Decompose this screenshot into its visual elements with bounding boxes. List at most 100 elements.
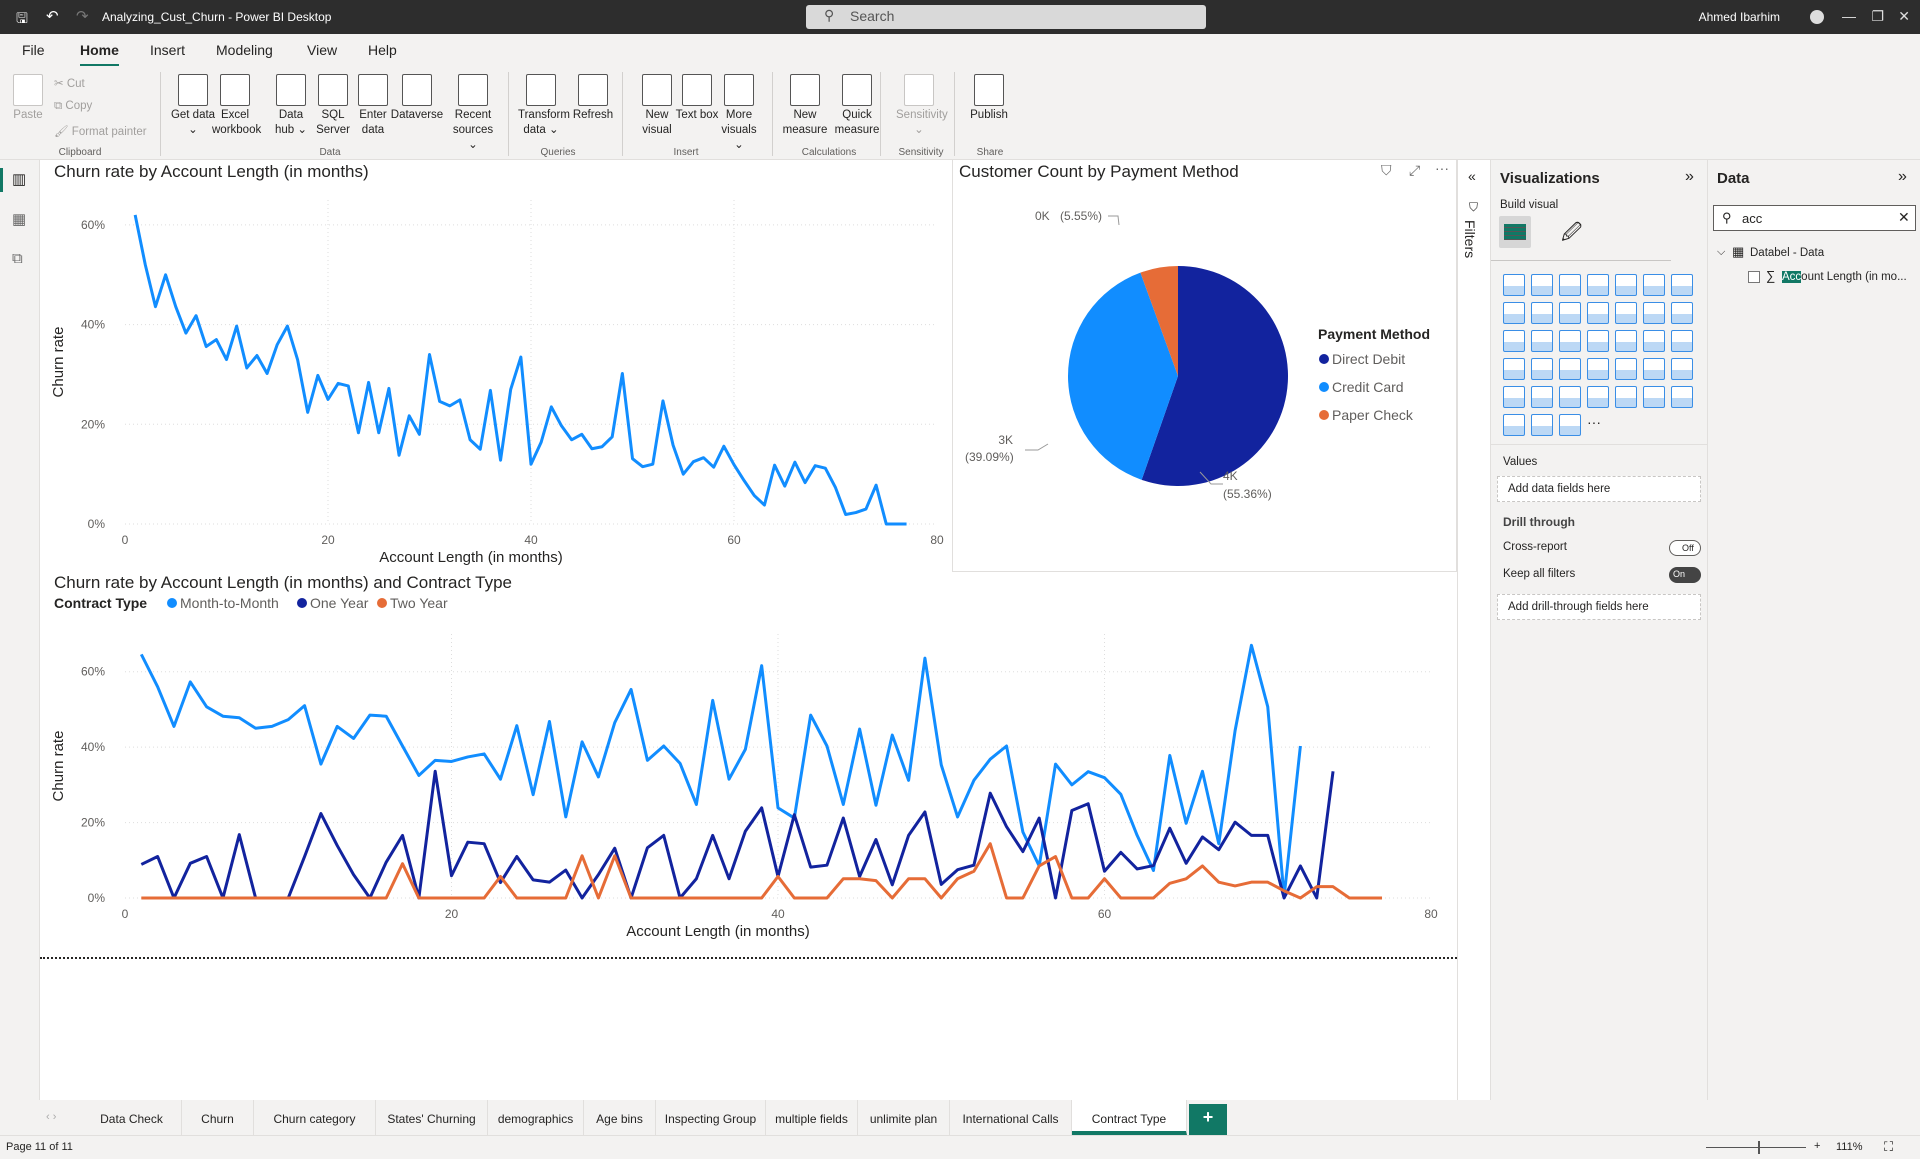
field-account-length[interactable]: Account Length (in mo... [1782, 271, 1907, 283]
collapse-icon[interactable]: » [1898, 168, 1907, 186]
cross-report-toggle[interactable]: Off [1669, 540, 1701, 556]
visual-type-icon[interactable] [1559, 274, 1581, 296]
visual-type-icon[interactable] [1643, 302, 1665, 324]
table-name[interactable]: Databel - Data [1750, 247, 1824, 259]
visual-type-icon[interactable] [1587, 274, 1609, 296]
visual-type-icon[interactable] [1587, 386, 1609, 408]
visual-type-icon[interactable] [1671, 330, 1693, 352]
page-tab[interactable]: Contract Type [1072, 1100, 1187, 1135]
zoom-slider-thumb[interactable] [1758, 1141, 1760, 1154]
page-tab[interactable]: Churn category [254, 1100, 376, 1135]
page-tab[interactable]: unlimite plan [858, 1100, 950, 1135]
quick-measure-button[interactable]: Quick measure [828, 74, 886, 138]
user-name[interactable]: Ahmed Ibarhim [1699, 10, 1780, 24]
visual-type-icon[interactable] [1559, 386, 1581, 408]
visual-type-icon[interactable] [1503, 274, 1525, 296]
menu-help[interactable]: Help [368, 42, 397, 58]
field-checkbox[interactable] [1748, 271, 1760, 283]
visual-type-icon[interactable] [1615, 358, 1637, 380]
cut-button[interactable]: ✂ Cut [54, 76, 85, 90]
visual-type-icon[interactable] [1531, 414, 1553, 436]
chevron-down-icon[interactable]: ⌵ [1717, 246, 1725, 259]
menu-insert[interactable]: Insert [150, 42, 185, 58]
sensitivity-button[interactable]: Sensitivity ⌄ [896, 74, 948, 138]
series-line-one-year[interactable] [140, 769, 1335, 900]
fit-to-page-icon[interactable]: ⛶ [1884, 1139, 1893, 1155]
format-painter-button[interactable]: 🖌 Format painter [54, 124, 147, 138]
visual-type-icon[interactable] [1587, 358, 1609, 380]
menu-modeling[interactable]: Modeling [216, 42, 273, 58]
data-search-input[interactable]: ⚲ acc ✕ [1713, 205, 1916, 231]
visual-type-icon[interactable] [1559, 302, 1581, 324]
build-visual-tab[interactable] [1499, 216, 1531, 248]
model-view-icon[interactable]: ⧉ [12, 250, 23, 267]
close-icon[interactable]: ✕ [1898, 8, 1910, 25]
visual-type-icon[interactable] [1531, 302, 1553, 324]
zoom-slider[interactable] [1706, 1147, 1806, 1148]
menu-view[interactable]: View [307, 42, 337, 58]
visual-type-icon[interactable] [1503, 302, 1525, 324]
visual-type-icon[interactable] [1615, 274, 1637, 296]
visual-type-icon[interactable] [1559, 414, 1581, 436]
page-tab[interactable]: multiple fields [766, 1100, 858, 1135]
visual-type-icon[interactable] [1643, 386, 1665, 408]
visual-type-icon[interactable] [1671, 358, 1693, 380]
more-visuals-icon[interactable]: ··· [1587, 414, 1601, 430]
visual-type-icon[interactable] [1615, 330, 1637, 352]
table-view-icon[interactable]: ▦ [12, 210, 26, 228]
collapse-icon[interactable]: » [1685, 168, 1694, 186]
search-box[interactable]: ⚲ Search [806, 5, 1206, 29]
scroll-tabs-icon[interactable]: ‹ › [46, 1111, 56, 1123]
report-view-icon[interactable]: ▥ [12, 170, 26, 188]
pie-visual[interactable]: Customer Count by Payment Method ⛉ ⤢ ···… [952, 160, 1457, 572]
menu-file[interactable]: File [22, 42, 45, 58]
bottom-line-chart[interactable]: 0% 20% 40% 60% 0 20 40 60 80 Account Length (in m… [40, 590, 1457, 1110]
page-tab[interactable]: Data Check [82, 1100, 182, 1135]
churn-rate-line[interactable] [133, 214, 907, 526]
keep-filters-toggle[interactable]: On [1669, 567, 1701, 583]
expand-icon[interactable]: « [1468, 168, 1476, 184]
visual-type-icon[interactable] [1531, 274, 1553, 296]
visual-type-icon[interactable] [1587, 330, 1609, 352]
visual-type-icon[interactable] [1671, 302, 1693, 324]
minimize-icon[interactable]: — [1842, 8, 1856, 24]
excel-workbook-button[interactable]: Excel workbook [212, 74, 261, 138]
page-tab[interactable]: Inspecting Group [656, 1100, 766, 1135]
visual-type-icon[interactable] [1643, 358, 1665, 380]
drill-through-well[interactable]: Add drill-through fields here [1497, 594, 1701, 620]
visual-type-icon[interactable] [1643, 274, 1665, 296]
paste-button[interactable]: Paste [10, 74, 46, 123]
page-tab[interactable]: International Calls [950, 1100, 1072, 1135]
refresh-button[interactable]: Refresh [570, 74, 616, 123]
zoom-in-icon[interactable]: + [1814, 1140, 1820, 1152]
visual-type-icon[interactable] [1503, 330, 1525, 352]
more-visuals-button[interactable]: More visuals ⌄ [716, 74, 762, 153]
page-tab[interactable]: demographics [488, 1100, 584, 1135]
visual-type-icon[interactable] [1587, 302, 1609, 324]
visual-type-icon[interactable] [1671, 274, 1693, 296]
top-line-chart[interactable]: 0% 20% 40% 60% 0 20 40 60 80 Account Length (in m… [40, 160, 950, 572]
page-tab[interactable]: Churn [182, 1100, 254, 1135]
visual-type-icon[interactable] [1643, 330, 1665, 352]
dataverse-button[interactable]: Dataverse [388, 74, 446, 123]
add-page-button[interactable]: + [1189, 1104, 1227, 1135]
visual-type-icon[interactable] [1559, 330, 1581, 352]
visual-type-icon[interactable] [1671, 386, 1693, 408]
menu-home[interactable]: Home [80, 42, 119, 67]
page-tab[interactable]: States' Churning [376, 1100, 488, 1135]
visual-type-icon[interactable] [1615, 386, 1637, 408]
visual-type-icon[interactable] [1531, 386, 1553, 408]
visual-type-icon[interactable] [1559, 358, 1581, 380]
undo-icon[interactable]: ↶ [46, 7, 59, 25]
data-hub-button[interactable]: Data hub ⌄ [268, 74, 314, 138]
visual-type-icon[interactable] [1503, 414, 1525, 436]
transform-data-button[interactable]: Transform data ⌄ [518, 74, 570, 138]
publish-button[interactable]: Publish [966, 74, 1012, 123]
values-well[interactable]: Add data fields here [1497, 476, 1701, 502]
format-visual-icon[interactable]: 🖉 [1561, 218, 1582, 252]
series-line-two-year[interactable] [141, 842, 1383, 900]
copy-button[interactable]: ⧉ Copy [54, 100, 92, 113]
page-tab[interactable]: Age bins [584, 1100, 656, 1135]
redo-icon[interactable]: ↷ [76, 7, 89, 25]
save-icon[interactable]: 🖫 [16, 8, 28, 32]
